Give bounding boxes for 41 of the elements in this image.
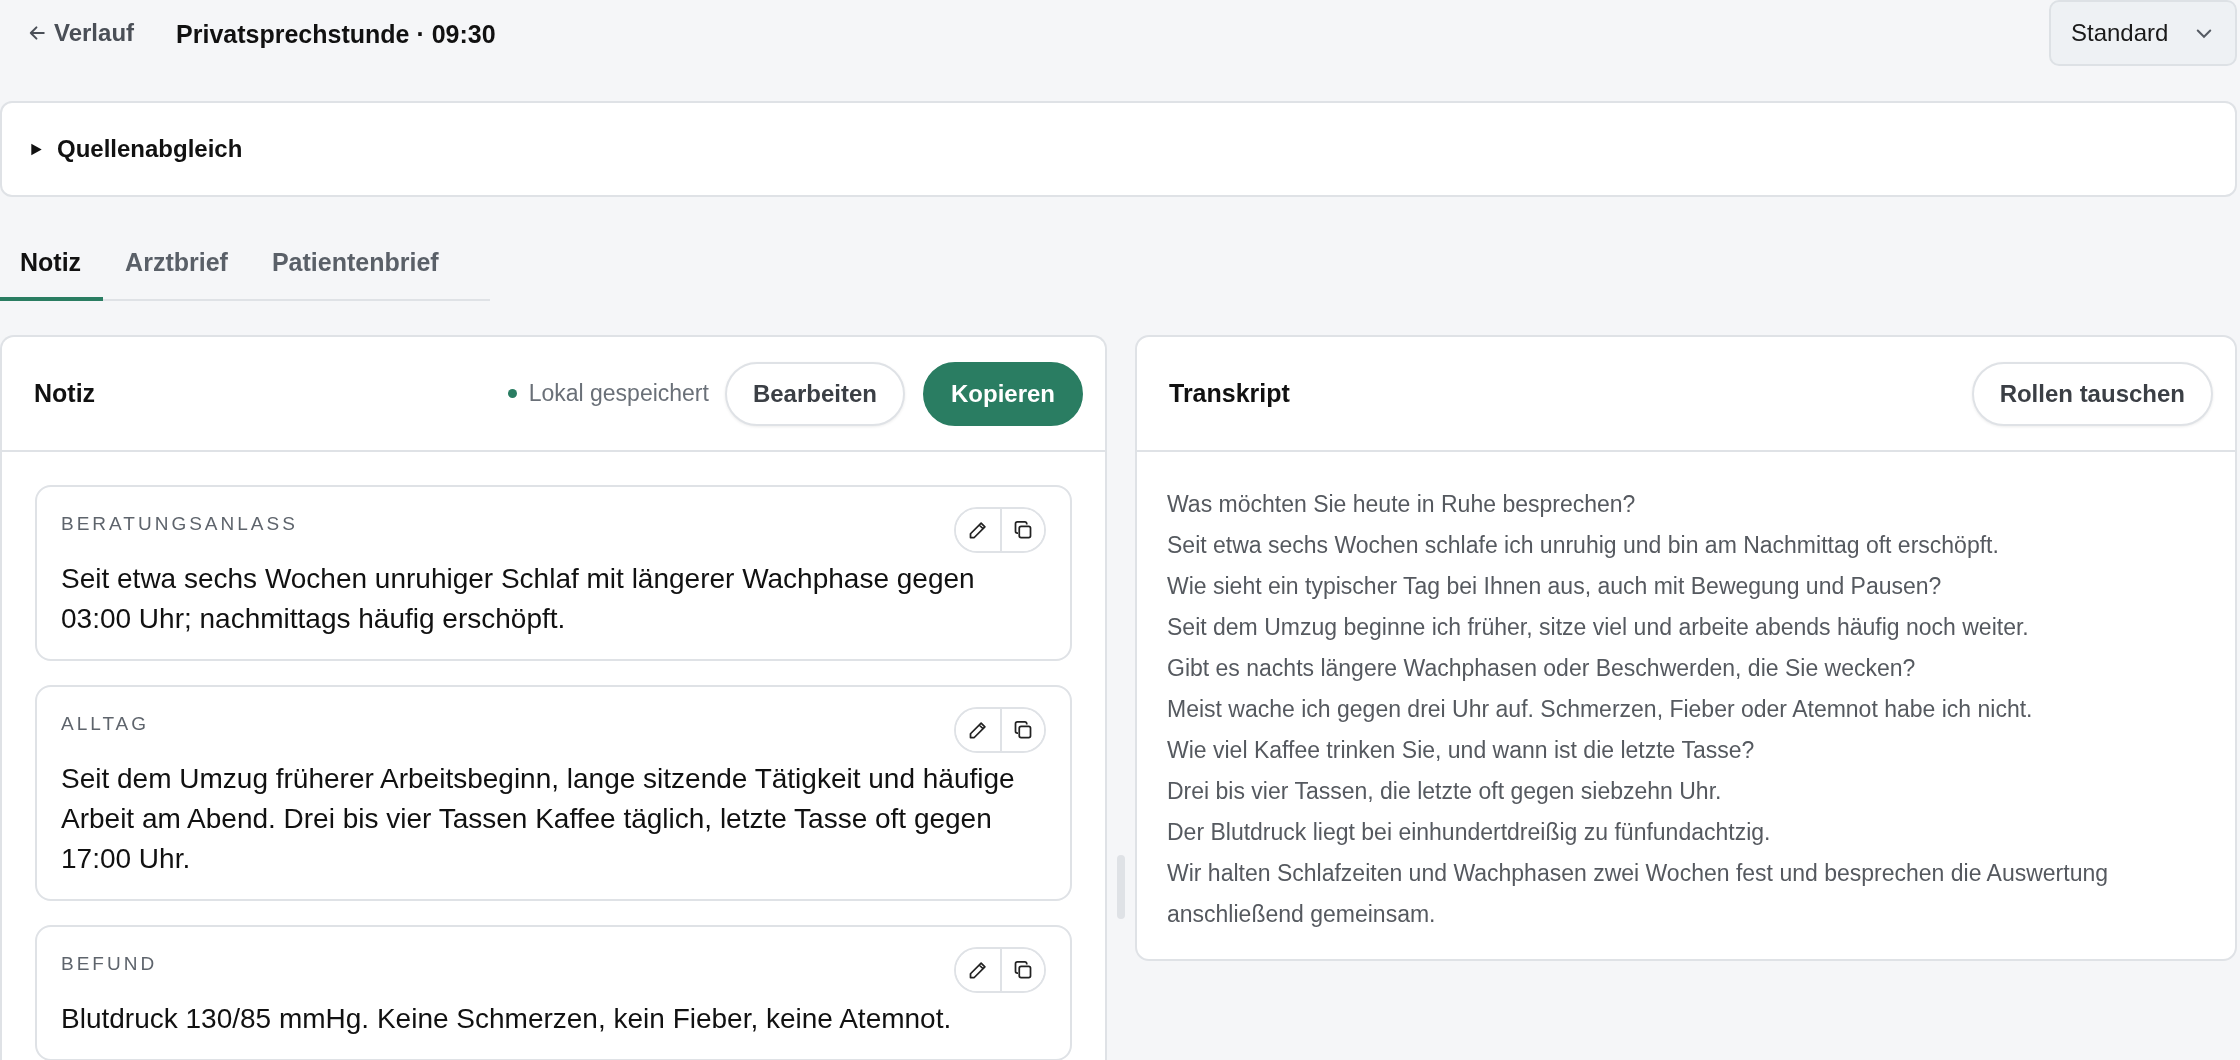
section-text: Seit dem Umzug früherer Arbeitsbeginn, lange sitzende Tätigkeit und häufige Arbeit am Abend. Drei bis vier Tassen Kaffee täglich, letzte Tasse oft gegen 17:00 Uhr. — [61, 762, 1016, 876]
copy-icon — [1013, 720, 1033, 740]
copy-icon-button[interactable] — [1000, 949, 1044, 991]
transcript-line: Was möchten Sie heute in Ruhe besprechen? — [1167, 490, 1637, 519]
section-heading: ALLTAG — [61, 713, 150, 735]
pencil-icon — [968, 720, 988, 740]
transcript-line: Seit etwa sechs Wochen schlafe ich unruhig und bin am Nachmittag oft erschöpft. — [1167, 531, 2000, 560]
arrow-left-icon — [28, 24, 46, 42]
tab[interactable]: Notiz — [0, 232, 104, 301]
section-text: Seit etwa sechs Wochen unruhiger Schlaf mit längerer Wachphase gegen 03:00 Uhr; nachmittags häufig erschöpft. — [61, 562, 976, 636]
tab[interactable]: Patientenbrief — [249, 232, 461, 301]
section-heading: BEFUND — [61, 953, 158, 975]
swap-roles-button[interactable]: Rollen tauschen — [1971, 361, 2213, 426]
pencil-icon — [968, 960, 988, 980]
transcript-line: Meist wache ich gegen drei Uhr auf. Schmerzen, Fieber oder Atemnot habe ich nicht. — [1167, 695, 2034, 724]
tab[interactable]: Arztbrief — [103, 232, 250, 301]
copy-button[interactable]: Kopieren — [923, 361, 1083, 426]
transcript-line: Wie sieht ein typischer Tag bei Ihnen aus, auch mit Bewegung und Pausen? — [1167, 572, 1943, 601]
panel-title: Notiz — [34, 379, 96, 408]
transcript-line: Gibt es nachts längere Wachphasen oder Beschwerden, die Sie wecken? — [1167, 654, 1917, 683]
status-dot-icon — [507, 389, 517, 398]
pencil-icon — [968, 520, 988, 540]
transcript-line: Seit dem Umzug beginne ich früher, sitze viel und arbeite abends häufig noch weiter. — [1167, 613, 2030, 642]
session-title: Privatsprechstunde · 09:30 — [176, 19, 496, 49]
transcript-line: Wir halten Schlafzeiten und Wachphasen zwei Wochen fest und besprechen die Auswertung anschließend gemeinsam. — [1167, 859, 2109, 929]
transcript-line: Wie viel Kaffee trinken Sie, und wann ist die letzte Tasse? — [1167, 736, 1756, 765]
transcript-line: Drei bis vier Tassen, die letzte oft gegen siebzehn Uhr. — [1167, 777, 1723, 806]
copy-icon-button[interactable] — [1000, 709, 1044, 751]
disclosure-triangle-icon — [30, 142, 43, 156]
transcript-line: Der Blutdruck liegt bei einhundertdreißig zu fünfundachtzig. — [1167, 818, 1772, 847]
copy-icon-button[interactable] — [1000, 509, 1044, 551]
save-status: Lokal gespeichert — [528, 380, 709, 407]
section-heading: BERATUNGSANLASS — [61, 513, 298, 535]
copy-icon — [1013, 960, 1033, 980]
back-link[interactable]: Verlauf — [28, 19, 135, 47]
mode-select[interactable]: Standard — [2049, 0, 2237, 66]
edit-button[interactable]: Bearbeiten — [724, 361, 905, 426]
panel-title: Transkript — [1169, 379, 1290, 408]
section-text: Blutdruck 130/85 mmHg. Keine Schmerzen, kein Fieber, keine Atemnot. — [61, 1002, 953, 1036]
source-check-toggle[interactable]: Quellenabgleich — [0, 101, 2237, 197]
copy-icon — [1013, 520, 1033, 540]
